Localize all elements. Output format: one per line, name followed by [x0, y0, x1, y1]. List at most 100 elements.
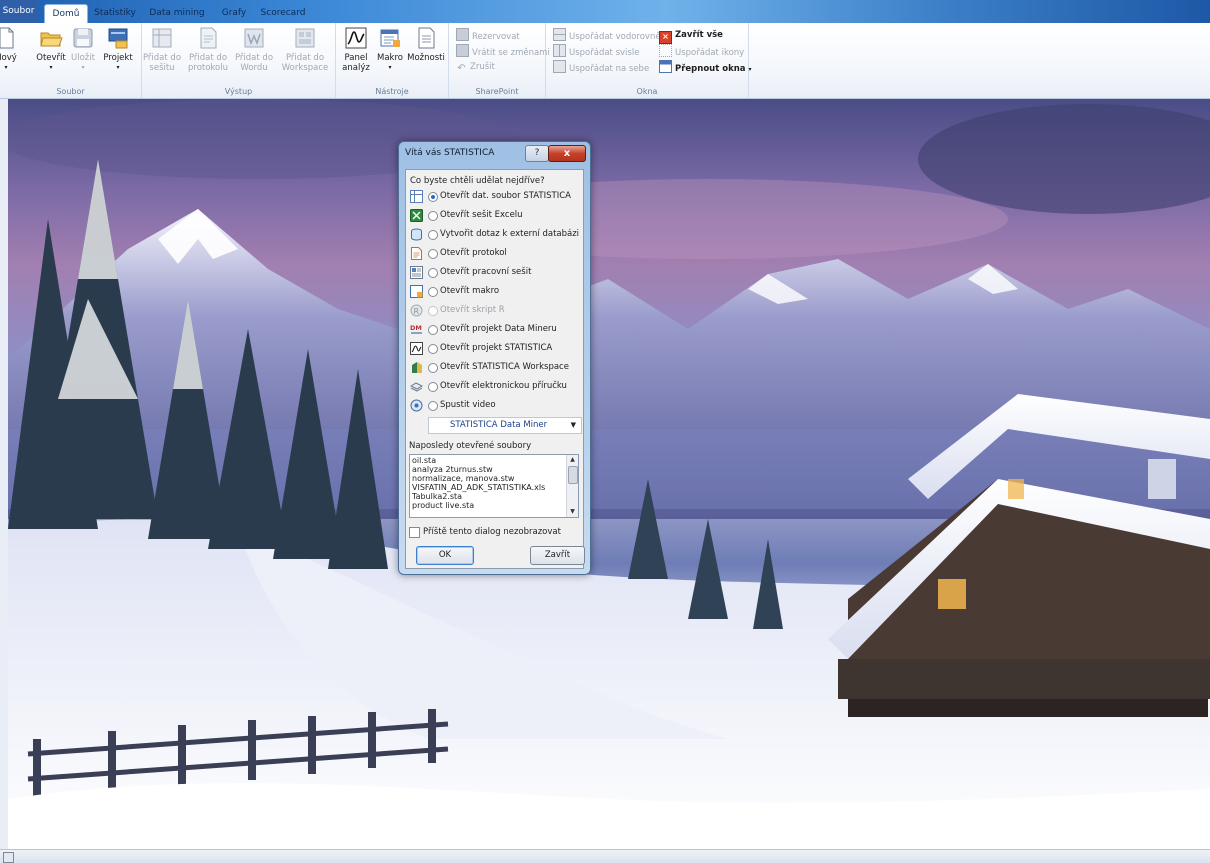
- scroll-thumb[interactable]: [568, 466, 578, 484]
- list-item[interactable]: VISFATIN_AD_ADK_STATISTIKA.xls: [412, 483, 545, 492]
- option-open-report[interactable]: Otevřít protokol: [410, 246, 582, 262]
- tile-vertical-button[interactable]: Uspořádat svisle: [553, 44, 639, 59]
- tab-file[interactable]: Soubor: [0, 0, 37, 23]
- macro-button[interactable]: Makro ▾: [373, 26, 407, 73]
- spreadsheet-icon: [410, 190, 423, 203]
- option-open-data-miner-project[interactable]: DM Otevřít projekt Data Mineru: [410, 322, 582, 338]
- tab-home[interactable]: Domů: [44, 4, 88, 24]
- radio[interactable]: [428, 306, 438, 316]
- video-select[interactable]: STATISTICA Data Miner ▼: [428, 417, 582, 434]
- workspace-icon: [410, 361, 423, 374]
- reserve-button[interactable]: Rezervovat: [456, 28, 520, 43]
- file-group-label: Soubor: [56, 87, 85, 96]
- undo-icon: ↶: [457, 63, 466, 74]
- recent-files-scrollbar[interactable]: ▲ ▼: [566, 455, 578, 517]
- radio[interactable]: [428, 268, 438, 278]
- options-button[interactable]: Možnosti: [406, 26, 446, 63]
- radio-selected[interactable]: [428, 192, 438, 202]
- statistica-app-window: Soubor Domů Statistiky Data mining Grafy…: [0, 0, 1210, 863]
- list-item[interactable]: product live.sta: [412, 501, 474, 510]
- option-open-workbook[interactable]: Otevřít pracovní sešit: [410, 265, 582, 281]
- open-button[interactable]: Otevřít ▾: [33, 26, 69, 73]
- add-to-word-button[interactable]: Přidat do Wordu: [230, 26, 278, 73]
- radio[interactable]: [428, 382, 438, 392]
- close-button[interactable]: Zavřít: [530, 546, 585, 565]
- add-to-workbook-button[interactable]: Přidat do sešitu: [140, 26, 184, 73]
- arrange-icons-label: Uspořádat ikony: [675, 48, 745, 58]
- dialog-close-button[interactable]: x: [548, 145, 586, 162]
- chevron-down-icon: ▾: [748, 66, 752, 73]
- options-icon: [414, 26, 438, 50]
- radio[interactable]: [428, 401, 438, 411]
- scroll-up-icon[interactable]: ▲: [567, 455, 578, 465]
- radio[interactable]: [428, 287, 438, 297]
- recent-files-list[interactable]: oil.sta analyza 2turnus.stw normalizace,…: [409, 454, 579, 518]
- option-open-r-script[interactable]: R Otevřít skript R: [410, 303, 582, 319]
- radio[interactable]: [428, 363, 438, 373]
- option-open-excel[interactable]: Otevřít sešit Excelu: [410, 208, 582, 224]
- tile-horizontal-button[interactable]: Uspořádat vodorovně: [553, 28, 661, 43]
- option-start-video[interactable]: Spustit video: [410, 398, 582, 414]
- project-button[interactable]: Projekt ▾: [100, 26, 136, 73]
- radio[interactable]: [428, 230, 438, 240]
- undo-changes-button[interactable]: Vrátit se změnami: [456, 44, 550, 59]
- workspace-background: [8, 99, 1210, 849]
- chevron-down-icon: ▾: [388, 64, 392, 71]
- chevron-down-icon: ▾: [4, 64, 8, 71]
- tab-data-mining[interactable]: Data mining: [143, 4, 211, 23]
- scroll-down-icon[interactable]: ▼: [567, 507, 578, 517]
- list-item[interactable]: analyza 2turnus.stw: [412, 465, 493, 474]
- save-button[interactable]: Uložit ▾: [66, 26, 100, 73]
- checkbox-box[interactable]: [409, 527, 420, 538]
- ok-button[interactable]: OK: [416, 546, 474, 565]
- switch-windows-icon: [659, 60, 672, 73]
- option-open-statistica-project[interactable]: Otevřít projekt STATISTICA: [410, 341, 582, 357]
- options-label: Možnosti: [407, 53, 445, 63]
- tab-scorecard[interactable]: Scorecard: [257, 4, 309, 23]
- tab-statistics[interactable]: Statistiky: [90, 4, 140, 23]
- dont-show-label: Příště tento dialog nezobrazovat: [423, 527, 561, 537]
- option-open-macro[interactable]: Otevřít makro: [410, 284, 582, 300]
- radio[interactable]: [428, 211, 438, 221]
- option-label: Otevřít STATISTICA Workspace: [440, 362, 569, 372]
- list-item[interactable]: normalizace, manova.stw: [412, 474, 514, 483]
- chevron-down-icon[interactable]: ▼: [571, 418, 576, 433]
- option-label: Otevřít skript R: [440, 305, 505, 315]
- tile-vertical-label: Uspořádat svisle: [569, 48, 640, 58]
- help-button[interactable]: ?: [525, 145, 549, 162]
- cancel-checkout-button[interactable]: ↶ Zrušit: [456, 60, 495, 75]
- list-item[interactable]: Tabulka2.sta: [412, 492, 462, 501]
- add-to-workspace-button[interactable]: Přidat do Workspace: [276, 26, 334, 73]
- option-external-database-query[interactable]: Vytvořit dotaz k externí databázi: [410, 227, 582, 243]
- tab-graphs[interactable]: Grafy: [215, 4, 253, 23]
- save-label: Uložit: [71, 53, 95, 63]
- switch-windows-button[interactable]: Přepnout okna ▾: [659, 60, 752, 75]
- statistica-project-icon: [410, 342, 423, 355]
- analysis-panel-button[interactable]: Panel analýz: [336, 26, 376, 73]
- new-button[interactable]: Nový ▾: [0, 26, 21, 73]
- option-open-workspace[interactable]: Otevřít STATISTICA Workspace: [410, 360, 582, 376]
- radio[interactable]: [428, 325, 438, 335]
- checkin-icon: [456, 44, 469, 57]
- analysis-panel-label: Panel analýz: [342, 53, 370, 73]
- cascade-button[interactable]: Uspořádat na sebe: [553, 60, 649, 75]
- report-icon: [410, 247, 423, 260]
- option-label: Otevřít pracovní sešit: [440, 267, 532, 277]
- add-to-workspace-label: Přidat do Workspace: [281, 53, 329, 73]
- dont-show-checkbox[interactable]: Příště tento dialog nezobrazovat: [409, 527, 579, 539]
- radio[interactable]: [428, 344, 438, 354]
- option-open-electronic-manual[interactable]: Otevřít elektronickou příručku: [409, 379, 582, 395]
- add-to-report-button[interactable]: Přidat do protokolu: [182, 26, 234, 73]
- radio[interactable]: [428, 249, 438, 259]
- arrange-icons-button[interactable]: Uspořádat ikony: [659, 44, 744, 59]
- excel-icon: [410, 209, 423, 222]
- chevron-down-icon: ▾: [49, 64, 53, 71]
- workspace-add-icon: [293, 26, 317, 50]
- manual-icon: [409, 380, 424, 393]
- tools-group-label: Nástroje: [375, 87, 409, 96]
- option-open-sta-file[interactable]: Otevřít dat. soubor STATISTICA: [410, 189, 582, 205]
- list-item[interactable]: oil.sta: [412, 456, 436, 465]
- close-all-button[interactable]: × Zavřít vše: [659, 28, 723, 44]
- macro-icon: [410, 285, 423, 298]
- output-group: Přidat do sešitu Přidat do protokolu Při…: [142, 23, 336, 98]
